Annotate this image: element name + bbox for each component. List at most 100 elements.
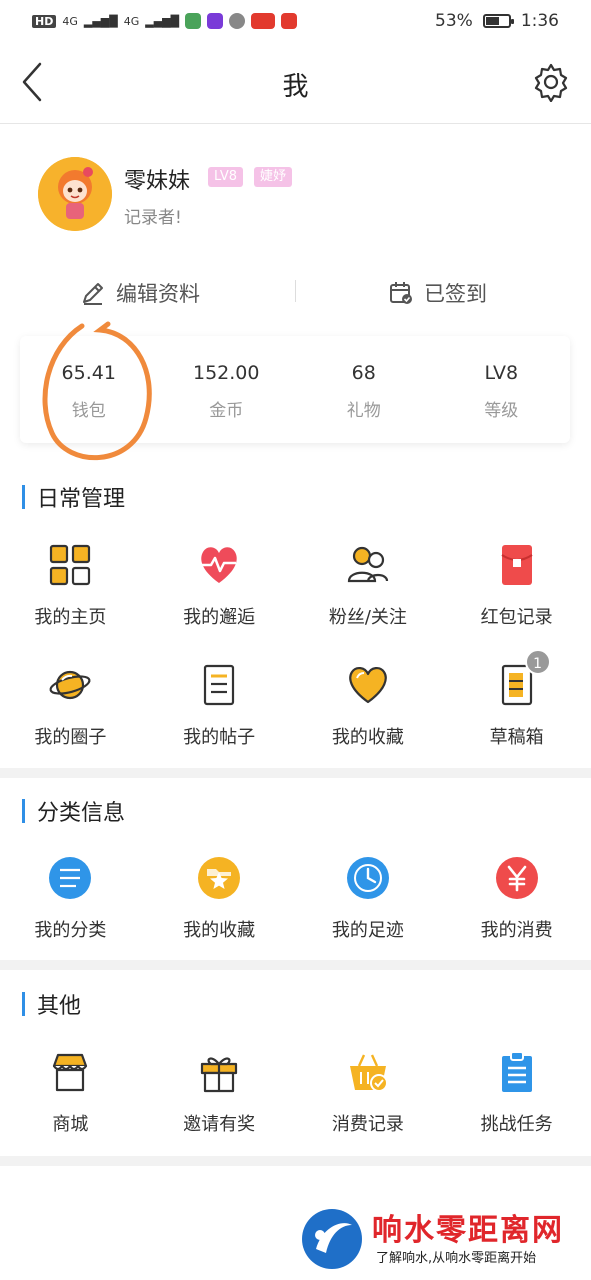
site-watermark: 响水零距离网 了解响水,从响水零距离开始 bbox=[300, 1205, 590, 1275]
status-bar: HD 4G ▂▄▆█ 4G ▂▄▆█ 53% 1:36 bbox=[0, 0, 591, 42]
hd-indicator: HD bbox=[32, 14, 57, 28]
stat-label: 金币 bbox=[209, 401, 244, 421]
gear-icon bbox=[534, 63, 568, 103]
heart-icon bbox=[349, 667, 387, 704]
my-posts[interactable]: 我的帖子 bbox=[145, 663, 294, 763]
avatar-image bbox=[38, 157, 112, 231]
app-notif-icon-5 bbox=[281, 13, 298, 29]
section-title-other: 其他 bbox=[22, 990, 81, 1019]
clipboard-icon bbox=[501, 1051, 532, 1092]
basket-icon bbox=[349, 1054, 388, 1092]
draft-icon-wrap: 1 bbox=[495, 649, 551, 707]
note-icon bbox=[204, 664, 235, 706]
app-notif-icon-4 bbox=[251, 13, 276, 29]
other-row: 商城 邀请有奖 消费记录 挑战任务 bbox=[0, 1050, 591, 1150]
invite-rewards[interactable]: 邀请有奖 bbox=[145, 1050, 294, 1150]
stat-value: 68 bbox=[351, 362, 376, 384]
spending-records[interactable]: 消费记录 bbox=[294, 1050, 443, 1150]
grid-label: 草稿箱 bbox=[489, 727, 544, 748]
grid-label: 我的消费 bbox=[480, 920, 553, 941]
notification-badge: 1 bbox=[524, 649, 551, 675]
daily-row-1: 我的主页 我的邂逅 粉丝/关注 红包记录 bbox=[0, 543, 591, 643]
challenge-tasks[interactable]: 挑战任务 bbox=[442, 1050, 591, 1150]
users-icon bbox=[347, 546, 388, 583]
planet-icon bbox=[49, 670, 91, 700]
my-favorites[interactable]: 我的收藏 bbox=[294, 663, 443, 763]
stat-gifts[interactable]: 68 礼物 bbox=[295, 336, 433, 443]
sign-in-label: 已签到 bbox=[424, 282, 487, 306]
username: 零妹妹 bbox=[124, 169, 191, 194]
sign-in-button[interactable]: 已签到 bbox=[388, 268, 487, 318]
grid-label: 挑战任务 bbox=[480, 1114, 553, 1135]
edit-profile-label: 编辑资料 bbox=[116, 282, 200, 306]
my-footprints[interactable]: 我的足迹 bbox=[294, 856, 443, 956]
level-badge: LV8 bbox=[208, 167, 243, 187]
calendar-check-icon bbox=[390, 282, 412, 304]
network-indicator-1: 4G bbox=[62, 14, 78, 28]
grid-label: 我的帖子 bbox=[183, 727, 256, 748]
avatar[interactable] bbox=[38, 157, 112, 231]
grid-label: 我的收藏 bbox=[183, 920, 256, 941]
section-title-daily: 日常管理 bbox=[22, 483, 125, 512]
yen-icon bbox=[495, 857, 538, 899]
edit-profile-button[interactable]: 编辑资料 bbox=[80, 268, 200, 318]
signal-icon: ▂▄▆█ bbox=[83, 14, 118, 28]
app-notif-icon-3 bbox=[229, 13, 246, 29]
watermark-subtitle: 了解响水,从响水零距离开始 bbox=[376, 1251, 537, 1266]
grid-label: 我的邂逅 bbox=[183, 607, 256, 628]
section-separator bbox=[0, 768, 591, 778]
grid-label: 我的收藏 bbox=[331, 727, 404, 748]
red-envelope-records[interactable]: 红包记录 bbox=[442, 543, 591, 643]
profile-card: 零妹妹 LV8 婕妤 记录者! bbox=[38, 155, 571, 235]
signal-icon-2: ▂▄▆█ bbox=[145, 14, 180, 28]
red-envelope-icon bbox=[501, 545, 533, 585]
battery-icon bbox=[482, 14, 514, 28]
stat-value: 152.00 bbox=[193, 362, 260, 384]
grid-label: 我的足迹 bbox=[331, 920, 404, 941]
stat-value: LV8 bbox=[484, 362, 519, 384]
heart-pulse-icon bbox=[201, 547, 237, 583]
app-notif-icon bbox=[185, 13, 202, 29]
section-separator bbox=[0, 960, 591, 970]
my-categories[interactable]: 我的分类 bbox=[0, 856, 145, 956]
stat-wallet[interactable]: 65.41 钱包 bbox=[20, 336, 158, 443]
stat-coins[interactable]: 152.00 金币 bbox=[158, 336, 296, 443]
grid-label: 邀请有奖 bbox=[183, 1114, 256, 1135]
clock-icon bbox=[346, 857, 389, 899]
stat-label: 礼物 bbox=[346, 401, 381, 421]
clock-time: 1:36 bbox=[520, 11, 559, 31]
battery-percent: 53% bbox=[435, 11, 473, 31]
settings-button[interactable] bbox=[531, 62, 571, 103]
network-indicator-2: 4G bbox=[123, 14, 140, 28]
title-badge: 婕妤 bbox=[254, 167, 293, 187]
grid-icon bbox=[50, 544, 91, 586]
fans-follow[interactable]: 粉丝/关注 bbox=[294, 543, 443, 643]
stat-label: 等级 bbox=[484, 401, 519, 421]
star-folder-icon bbox=[198, 857, 241, 899]
stats-card: 65.41 钱包 152.00 金币 68 礼物 LV8 等级 bbox=[20, 336, 570, 443]
pencil-icon bbox=[83, 283, 103, 305]
stat-label: 钱包 bbox=[71, 401, 106, 421]
list-circle-icon bbox=[49, 857, 92, 899]
stat-level[interactable]: LV8 等级 bbox=[433, 336, 571, 443]
grid-label: 消费记录 bbox=[331, 1114, 404, 1135]
drafts[interactable]: 1 草稿箱 bbox=[442, 649, 591, 763]
my-encounters[interactable]: 我的邂逅 bbox=[145, 543, 294, 643]
section-title-category: 分类信息 bbox=[22, 797, 125, 826]
status-right: 53% 1:36 bbox=[435, 11, 559, 31]
section-separator bbox=[0, 1156, 591, 1166]
category-row: 我的分类 我的收藏 我的足迹 我的消费 bbox=[0, 856, 591, 956]
app-notif-icon-2 bbox=[207, 13, 224, 29]
grid-label: 红包记录 bbox=[480, 607, 553, 628]
top-nav-bar: 我 bbox=[0, 42, 591, 124]
grid-label: 商城 bbox=[52, 1114, 89, 1135]
my-homepage[interactable]: 我的主页 bbox=[0, 543, 145, 643]
status-left: HD 4G ▂▄▆█ 4G ▂▄▆█ bbox=[32, 13, 298, 29]
watermark-logo-icon bbox=[302, 1209, 362, 1269]
shop[interactable]: 商城 bbox=[0, 1050, 145, 1150]
my-circles[interactable]: 我的圈子 bbox=[0, 663, 145, 763]
my-collections[interactable]: 我的收藏 bbox=[145, 856, 294, 956]
my-spending[interactable]: 我的消费 bbox=[442, 856, 591, 956]
gift-icon bbox=[201, 1057, 238, 1093]
divider bbox=[295, 280, 296, 302]
